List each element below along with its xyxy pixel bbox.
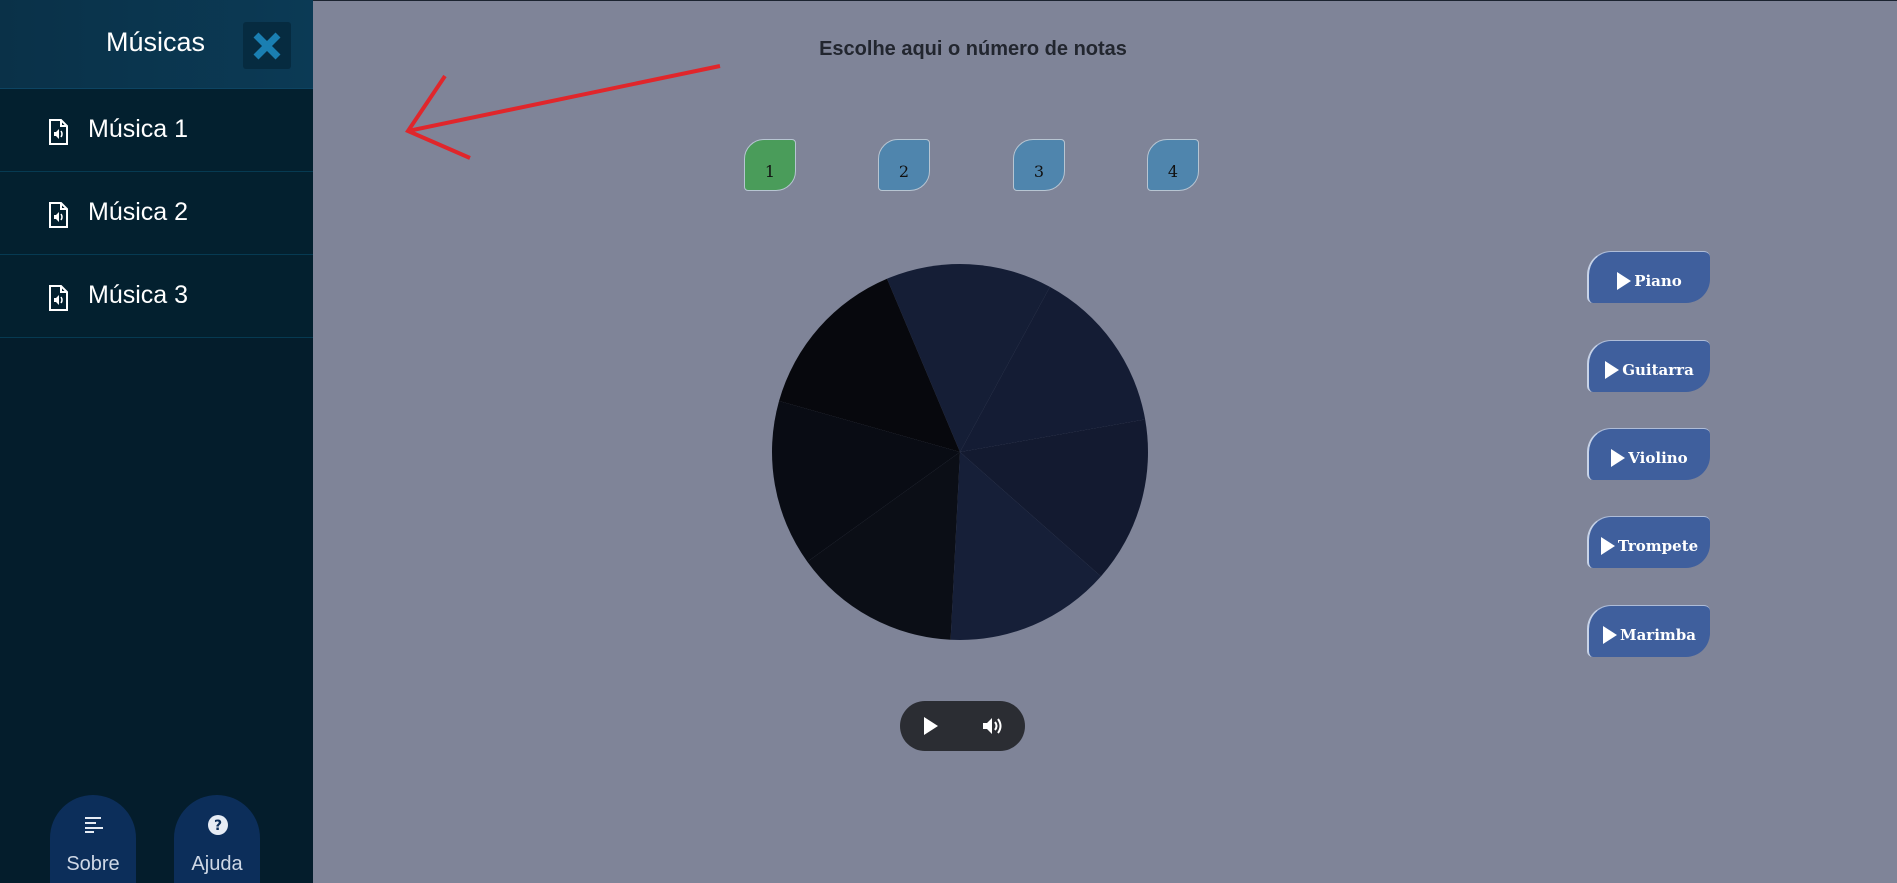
sidebar-item-label: Música 3: [88, 281, 189, 309]
volume-icon[interactable]: [982, 716, 1004, 736]
music-file-icon: [49, 285, 68, 311]
music-file-icon: [49, 119, 68, 145]
sidebar-header: Músicas: [0, 0, 313, 89]
instrument-label: Marimba: [1619, 625, 1696, 644]
instrument-button-violino[interactable]: Violino: [1587, 428, 1710, 480]
play-icon: [1602, 625, 1617, 644]
notes-count-title: Escolhe aqui o número de notas: [819, 38, 1127, 60]
instrument-label: Violino: [1628, 448, 1688, 467]
sidebar: Músicas Música 1 Música 2 Música 3 Sobre…: [0, 0, 313, 883]
music-file-icon: [49, 202, 68, 228]
play-icon[interactable]: [922, 716, 940, 736]
question-circle-icon: ?: [208, 815, 228, 835]
sidebar-title: Músicas: [106, 27, 206, 57]
sidebar-item-label: Música 1: [88, 115, 189, 143]
note-count-button-2[interactable]: 2: [878, 139, 930, 191]
note-count-button-1[interactable]: 1: [744, 139, 796, 191]
instrument-button-trompete[interactable]: Trompete: [1587, 516, 1710, 568]
svg-text:?: ?: [214, 818, 222, 834]
notes-wheel: [772, 264, 1148, 640]
instrument-button-guitarra[interactable]: Guitarra: [1587, 340, 1710, 392]
sidebar-item-musica-1[interactable]: Música 1: [0, 89, 313, 172]
play-icon: [1600, 536, 1615, 555]
close-icon: [253, 32, 281, 60]
instrument-label: Guitarra: [1622, 360, 1694, 379]
top-border: [313, 0, 1897, 1]
play-icon: [1617, 271, 1632, 290]
play-icon: [1605, 360, 1620, 379]
about-label: Sobre: [66, 853, 120, 875]
instrument-button-piano[interactable]: Piano: [1587, 251, 1710, 303]
about-button[interactable]: Sobre: [50, 795, 136, 883]
note-count-button-4[interactable]: 4: [1147, 139, 1199, 191]
annotation-arrow: [405, 64, 721, 160]
play-icon: [1611, 448, 1626, 467]
instrument-label: Piano: [1634, 271, 1682, 290]
help-button[interactable]: ? Ajuda: [174, 795, 260, 883]
instrument-label: Trompete: [1617, 536, 1699, 555]
instrument-button-marimba[interactable]: Marimba: [1587, 605, 1710, 657]
sidebar-item-label: Música 2: [88, 198, 189, 226]
sidebar-item-musica-2[interactable]: Música 2: [0, 172, 313, 255]
sidebar-item-musica-3[interactable]: Música 3: [0, 255, 313, 338]
close-sidebar-button[interactable]: [243, 22, 291, 69]
audio-player: [900, 701, 1025, 751]
help-label: Ajuda: [191, 853, 243, 875]
note-count-button-3[interactable]: 3: [1013, 139, 1065, 191]
align-left-icon: [85, 817, 103, 833]
